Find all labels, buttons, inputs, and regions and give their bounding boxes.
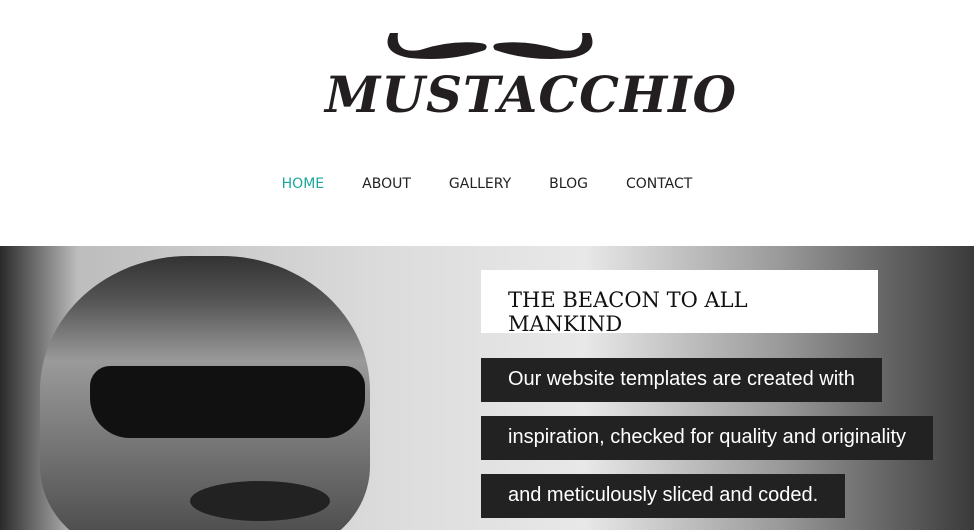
hero-photo-mustache — [190, 481, 330, 521]
hero-title: THE BEACON TO ALL MANKIND — [481, 270, 878, 336]
hero-text-line: and meticulously sliced and coded. — [481, 474, 846, 518]
logo-text: MUSTACCHIO — [325, 65, 738, 124]
hero-text-line: Our website templates are created with — [481, 358, 882, 402]
nav-home[interactable]: HOME — [282, 176, 324, 192]
nav-contact[interactable]: CONTACT — [626, 176, 692, 192]
main-nav: HOME ABOUT GALLERY BLOG CONTACT — [0, 176, 974, 192]
nav-gallery[interactable]: GALLERY — [449, 176, 511, 192]
mustache-icon — [387, 33, 593, 59]
site-logo[interactable]: MUSTACCHIO — [325, 28, 738, 124]
nav-blog[interactable]: BLOG — [549, 176, 588, 192]
hero-text-line: inspiration, checked for quality and ori… — [481, 416, 933, 460]
nav-about[interactable]: ABOUT — [362, 176, 411, 192]
hero-photo-sunglasses — [90, 366, 365, 438]
hero-banner: THE BEACON TO ALL MANKIND Our website te… — [0, 246, 974, 530]
